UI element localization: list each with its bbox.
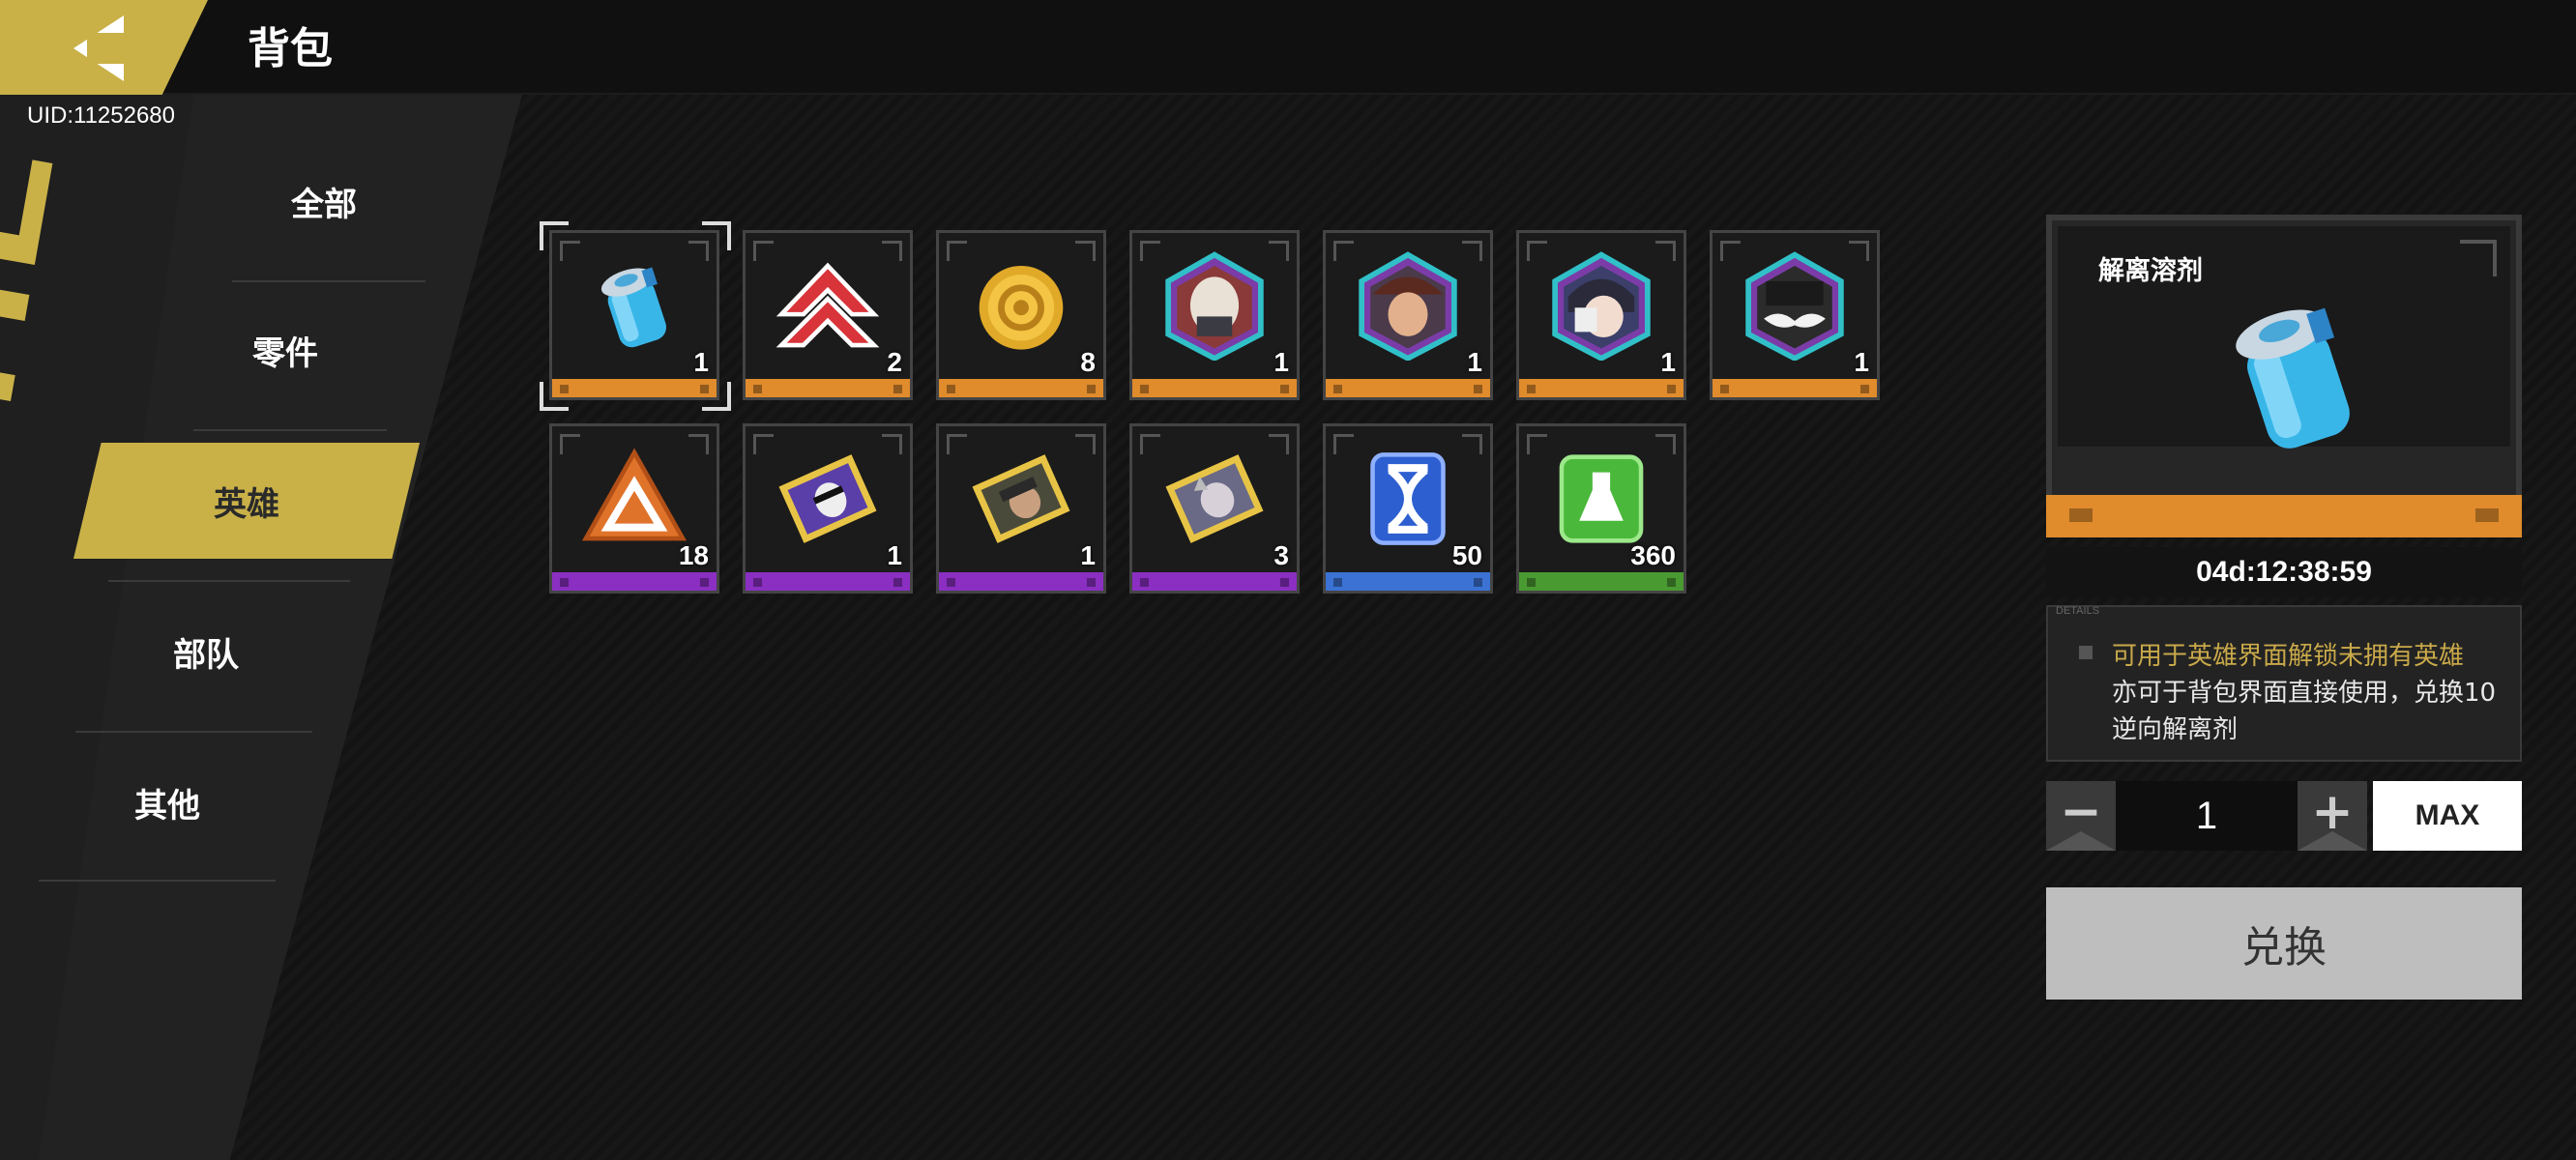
green-flask-icon <box>1559 454 1644 543</box>
rarity-bar <box>1326 379 1490 397</box>
inventory-item[interactable]: 1 <box>1323 230 1493 400</box>
item-count: 50 <box>1451 540 1482 570</box>
top-bar: 背包 <box>0 0 2576 95</box>
plus-icon: + <box>2311 783 2354 841</box>
hero-ticket-icon <box>778 454 877 543</box>
orange-triangle-icon <box>581 448 688 541</box>
hero-portrait-icon <box>1359 251 1457 361</box>
category-label: 其他 <box>134 786 200 826</box>
hero-portrait-icon <box>1165 251 1264 361</box>
item-count: 3 <box>1273 540 1289 570</box>
blue-dna-icon <box>1370 452 1446 545</box>
category-label: 全部 <box>291 185 357 224</box>
bullet-icon <box>2079 646 2093 659</box>
rank-chevron-icon <box>776 262 880 348</box>
item-count: 360 <box>1630 540 1676 570</box>
item-count: 8 <box>1080 347 1096 377</box>
divider <box>108 580 350 582</box>
expiry-timer-bar: 04d:12:38:59 <box>2046 547 2522 597</box>
inventory-item[interactable]: 8 <box>936 230 1106 400</box>
category-heroes[interactable]: 英雄 <box>73 443 420 559</box>
rarity-bar <box>1132 379 1297 397</box>
uid-label: UID:11252680 <box>27 102 175 129</box>
inventory-item[interactable]: 50 <box>1323 423 1493 594</box>
inventory-item[interactable]: 1 <box>1710 230 1880 400</box>
item-count: 1 <box>1854 347 1869 377</box>
divider <box>232 280 425 282</box>
description-highlight: 可用于英雄界面解锁未拥有英雄 <box>2112 642 2465 671</box>
item-description: DETAILS 可用于英雄界面解锁未拥有英雄 亦可于背包界面直接使用，兑换10逆… <box>2046 605 2522 762</box>
rarity-bar <box>939 379 1103 397</box>
item-count: 1 <box>887 540 902 570</box>
inventory-item[interactable]: 1 <box>1129 230 1300 400</box>
item-detail-card: 解离溶剂 <box>2046 215 2522 537</box>
hero-portrait-icon <box>1552 251 1651 361</box>
description-text: 亦可于背包界面直接使用，兑换10逆向解离剂 <box>2112 679 2497 744</box>
back-arrow-icon <box>73 15 126 81</box>
gold-medal-icon <box>979 265 1064 350</box>
divider <box>39 880 276 882</box>
rarity-bar <box>1712 379 1877 397</box>
rarity-bar <box>552 572 717 591</box>
details-label: DETAILS <box>2056 605 2100 617</box>
increase-button[interactable]: + <box>2298 781 2367 851</box>
hero-ticket-icon <box>972 454 1070 543</box>
quantity-input[interactable] <box>2116 781 2298 851</box>
rarity-bar <box>1519 379 1683 397</box>
item-count: 1 <box>1467 347 1482 377</box>
divider <box>193 429 387 431</box>
inventory-item[interactable]: 3 <box>1129 423 1300 594</box>
item-count: 1 <box>1660 347 1676 377</box>
detail-item-name: 解离溶剂 <box>2098 256 2203 286</box>
max-button[interactable]: MAX <box>2373 781 2522 851</box>
rarity-bar <box>1132 572 1297 591</box>
category-all[interactable]: 全部 <box>242 143 406 259</box>
inventory-item[interactable]: 2 <box>743 230 913 400</box>
minus-icon: − <box>2060 783 2102 841</box>
category-troops[interactable]: 部队 <box>124 594 288 710</box>
detail-rarity-bar <box>2046 495 2522 537</box>
item-count: 1 <box>1080 540 1096 570</box>
selection-frame <box>540 221 731 411</box>
inventory-item[interactable]: 1 <box>1516 230 1686 400</box>
rarity-bar <box>746 379 910 397</box>
item-count: 2 <box>887 347 902 377</box>
category-parts[interactable]: 零件 <box>203 292 367 408</box>
inventory-item[interactable]: 1 <box>936 423 1106 594</box>
solvent-canister-icon <box>2236 307 2350 449</box>
category-label: 零件 <box>252 334 318 373</box>
decrease-button[interactable]: − <box>2046 781 2116 851</box>
expiry-timer: 04d:12:38:59 <box>2196 556 2372 588</box>
category-label: 英雄 <box>214 484 279 524</box>
page-title: 背包 <box>248 24 333 73</box>
category-other[interactable]: 其他 <box>85 744 249 860</box>
divider <box>75 731 312 733</box>
rarity-bar <box>746 572 910 591</box>
rarity-bar <box>1519 572 1683 591</box>
exchange-button[interactable]: 兑换 <box>2046 887 2522 1000</box>
item-count: 18 <box>678 540 709 570</box>
backpack-screen: THE WAR 背包 UID:11252680 全部 零件 英雄 部队 其他 1… <box>0 0 2576 1160</box>
inventory-item[interactable]: 360 <box>1516 423 1686 594</box>
rarity-bar <box>939 572 1103 591</box>
inventory-item[interactable]: 18 <box>549 423 719 594</box>
item-count: 1 <box>1273 347 1289 377</box>
back-button[interactable] <box>0 0 208 95</box>
inventory-item[interactable]: 1 <box>743 423 913 594</box>
hero-portrait-icon <box>1745 251 1844 361</box>
rarity-bar <box>1326 572 1490 591</box>
category-label: 部队 <box>173 635 239 675</box>
hero-ticket-icon <box>1165 454 1264 543</box>
